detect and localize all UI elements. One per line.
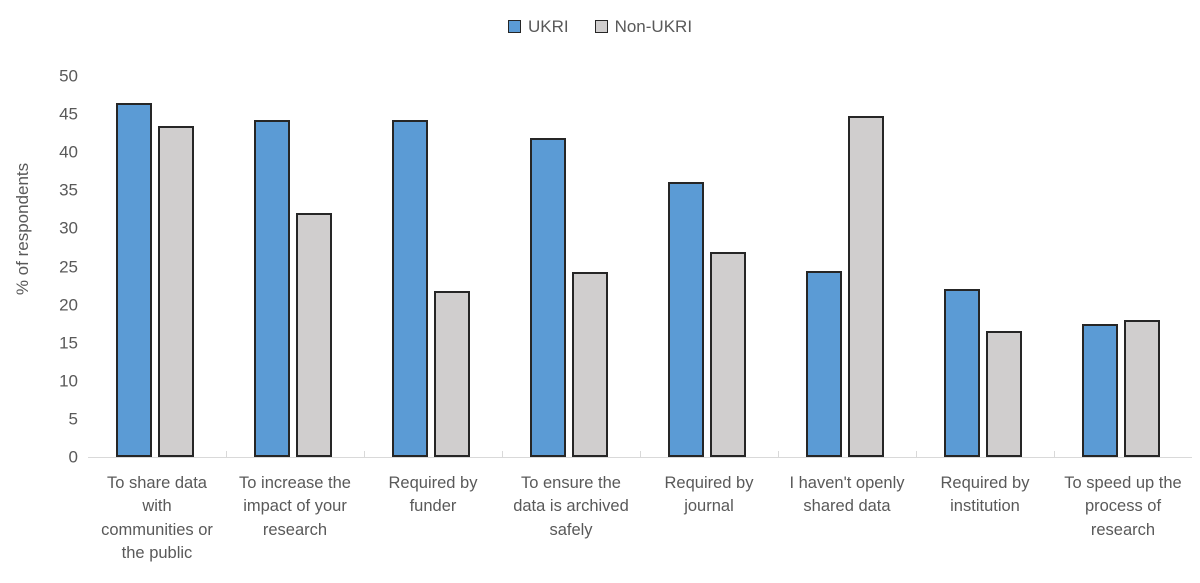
- x-axis-label-line: To speed up the: [1064, 474, 1182, 492]
- x-axis-label-line: Required by: [388, 474, 478, 492]
- x-axis-tick: [1054, 451, 1055, 457]
- bar-group: [778, 76, 916, 457]
- x-axis-labels: To share data with communities or the publi…: [88, 472, 1192, 583]
- x-axis-label-line: To ensure the: [521, 474, 621, 492]
- bar-ukri[interactable]: [944, 289, 980, 457]
- x-axis-tick: [778, 451, 779, 457]
- bar-non-ukri[interactable]: [572, 271, 608, 457]
- x-axis-label-line: shared data: [803, 497, 891, 516]
- x-axis-tick: [502, 451, 503, 457]
- x-axis-label: I haven't openly shared data: [778, 472, 916, 519]
- x-axis-label-line: Required by: [664, 474, 754, 492]
- bar-ukri[interactable]: [116, 102, 152, 457]
- x-axis-tick: [364, 451, 365, 457]
- bar-non-ukri[interactable]: [710, 252, 746, 457]
- x-axis-label-line: communities or: [101, 520, 213, 539]
- bar-ukri[interactable]: [254, 120, 290, 457]
- bar-group: [88, 76, 226, 457]
- bar-non-ukri[interactable]: [158, 125, 194, 457]
- x-axis-label-line: Required by: [940, 474, 1030, 492]
- bar-ukri[interactable]: [392, 120, 428, 457]
- x-axis-label-line: process of: [1084, 497, 1162, 516]
- plot-area: [88, 76, 1192, 458]
- y-axis-ticks: 50 45 40 35 30 25 20 15 10 5 0: [0, 68, 78, 466]
- x-axis-label-line: impact of your: [243, 497, 347, 516]
- bar-group: [226, 76, 364, 457]
- x-axis-label: To increase the impact of your research: [226, 472, 364, 542]
- bar-non-ukri[interactable]: [296, 213, 332, 457]
- bar-non-ukri[interactable]: [986, 330, 1022, 457]
- x-axis-tick: [916, 451, 917, 457]
- bar-group: [640, 76, 778, 457]
- legend-item-non-ukri: Non-UKRI: [594, 17, 693, 36]
- bar-group: [364, 76, 502, 457]
- x-axis-label: Required by funder: [364, 472, 502, 519]
- x-axis-label: To share data with communities or the publi…: [88, 472, 226, 566]
- x-axis-label-line: institution: [950, 497, 1020, 516]
- legend-swatch-ukri: [507, 20, 521, 33]
- y-tick-label: 30: [59, 218, 78, 238]
- bar-ukri[interactable]: [1082, 323, 1118, 457]
- y-tick-label: 50: [59, 66, 78, 86]
- bar-ukri[interactable]: [806, 271, 842, 457]
- x-axis-label-line: research: [1090, 520, 1156, 539]
- x-axis-label-line: To share data: [107, 474, 207, 492]
- y-tick-label: 25: [59, 257, 78, 276]
- x-axis-label-line: with: [142, 497, 172, 516]
- x-axis-tick: [226, 451, 227, 457]
- bar-non-ukri[interactable]: [1124, 319, 1160, 457]
- x-axis-label-line: research: [262, 520, 328, 539]
- x-axis-label-line: the public: [121, 544, 193, 563]
- y-tick-label: 35: [59, 180, 78, 200]
- x-axis-label: To speed up the process of research: [1054, 472, 1192, 542]
- bar-group: [916, 76, 1054, 457]
- x-axis-line: [88, 457, 1192, 458]
- y-tick-label: 20: [59, 295, 78, 315]
- x-axis-label: Required by institution: [916, 472, 1054, 519]
- x-axis-label-line: data is archived: [513, 497, 629, 516]
- bar-non-ukri[interactable]: [434, 290, 470, 457]
- y-tick-label: 0: [68, 447, 78, 467]
- bar-chart: UKRI Non-UKRI % of respondents 50 45 40 35 3…: [0, 0, 1200, 583]
- x-axis-tick: [640, 451, 641, 457]
- bar-non-ukri[interactable]: [848, 115, 884, 457]
- x-axis-label-line: funder: [409, 497, 457, 516]
- chart-legend: UKRI Non-UKRI: [0, 18, 1200, 35]
- bar-ukri[interactable]: [530, 138, 566, 457]
- bar-group: [1054, 76, 1192, 457]
- bar-ukri[interactable]: [668, 181, 704, 457]
- x-axis-label: To ensure the data is archived safely: [502, 472, 640, 542]
- y-tick-label: 45: [59, 104, 78, 124]
- y-tick-label: 10: [59, 371, 78, 391]
- x-axis-label-line: safely: [549, 520, 593, 539]
- x-axis-label-line: To increase the: [239, 474, 351, 492]
- legend-item-ukri: UKRI: [507, 17, 569, 36]
- legend-swatch-non-ukri: [594, 20, 608, 33]
- legend-label-non-ukri: Non-UKRI: [614, 17, 693, 36]
- legend-label-ukri: UKRI: [527, 17, 569, 36]
- y-tick-label: 5: [68, 409, 78, 429]
- y-tick-label: 15: [59, 333, 78, 353]
- bar-group: [502, 76, 640, 457]
- x-axis-label: Required by journal: [640, 472, 778, 519]
- x-axis-label-line: journal: [684, 497, 734, 516]
- y-tick-label: 40: [59, 142, 78, 162]
- x-axis-label-line: I haven't openly: [789, 474, 905, 492]
